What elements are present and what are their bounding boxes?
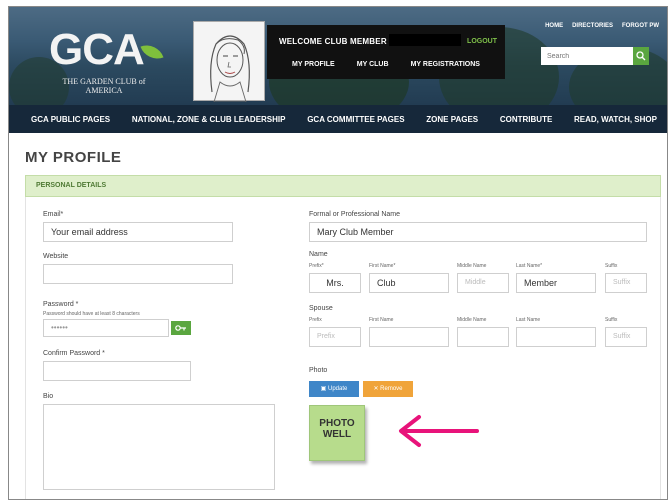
main-navigation: GCA PUBLIC PAGES NATIONAL, ZONE & CLUB L…	[9, 105, 667, 133]
photo-well[interactable]: PHOTO WELL	[309, 405, 365, 461]
name-prefix-field[interactable]: Mrs.	[309, 273, 361, 293]
image-icon: ▣	[320, 386, 328, 392]
password-field[interactable]: ••••••	[43, 319, 169, 337]
photo-well-line1: PHOTO	[319, 418, 355, 429]
key-icon	[175, 325, 186, 331]
name-prefix-label: Prefix*	[309, 263, 324, 269]
search-button[interactable]	[633, 47, 649, 65]
name-suffix-label: Suffix	[605, 263, 618, 269]
nav-gca-public-pages[interactable]: GCA PUBLIC PAGES	[31, 115, 110, 124]
logout-link[interactable]: LOGOUT	[467, 38, 497, 45]
portrait-sketch-icon	[210, 35, 250, 103]
nav-contribute[interactable]: CONTRIBUTE	[500, 115, 552, 124]
email-field[interactable]: Your email address	[43, 222, 233, 242]
subnav-my-registrations[interactable]: MY REGISTRATIONS	[411, 61, 480, 68]
spouse-suffix-field[interactable]: Suffix	[605, 327, 647, 347]
formal-name-field[interactable]: Mary Club Member	[309, 222, 647, 242]
spouse-first-field[interactable]	[369, 327, 449, 347]
name-middle-field[interactable]: Middle	[457, 273, 509, 293]
member-subnav: MY PROFILE MY CLUB MY REGISTRATIONS	[267, 61, 505, 68]
search-icon	[636, 51, 646, 61]
remove-photo-button[interactable]: ✕ Remove	[363, 381, 413, 397]
spouse-first-label: First Name	[369, 317, 394, 323]
photo-label: Photo	[309, 367, 328, 374]
spouse-label: Spouse	[309, 305, 333, 312]
spouse-middle-field[interactable]	[457, 327, 509, 347]
password-label: Password *	[43, 301, 79, 308]
nav-leadership[interactable]: NATIONAL, ZONE & CLUB LEADERSHIP	[132, 115, 286, 124]
spouse-last-field[interactable]	[516, 327, 596, 347]
section-title: PERSONAL DETAILS	[36, 182, 107, 189]
bio-textarea[interactable]	[43, 404, 275, 490]
name-last-field[interactable]: Member	[516, 273, 596, 293]
avatar	[193, 21, 265, 103]
site-logo[interactable]: GCA	[49, 25, 145, 75]
toplink-home[interactable]: HOME	[545, 23, 563, 29]
name-middle-label: Middle Name	[457, 263, 487, 269]
website-label: Website	[43, 253, 69, 260]
spouse-prefix-field[interactable]: Prefix	[309, 327, 361, 347]
section-header: PERSONAL DETAILS	[25, 175, 661, 197]
name-first-label: First Name*	[369, 263, 396, 269]
remove-button-label: Remove	[380, 386, 403, 392]
password-hint: Password should have at least 8 characte…	[43, 311, 140, 317]
toplink-forgot-pw[interactable]: FORGOT PW	[622, 23, 659, 29]
password-generate-button[interactable]	[171, 321, 191, 335]
name-label: Name	[309, 251, 328, 258]
pointer-arrow-icon	[399, 415, 479, 447]
spouse-last-label: Last Name	[516, 317, 541, 323]
name-last-label: Last Name*	[516, 263, 543, 269]
confirm-password-label: Confirm Password *	[43, 350, 105, 357]
website-field[interactable]	[43, 264, 233, 284]
subnav-my-profile[interactable]: MY PROFILE	[292, 61, 335, 68]
photo-well-line2: WELL	[322, 429, 352, 440]
formal-name-label: Formal or Professional Name	[309, 211, 401, 218]
nav-read-watch-shop[interactable]: READ, WATCH, SHOP	[574, 115, 657, 124]
upload-button-label: Update	[327, 386, 348, 392]
name-suffix-field[interactable]: Suffix	[605, 273, 647, 293]
toplink-directories[interactable]: DIRECTORIES	[572, 23, 613, 29]
spouse-suffix-label: Suffix	[605, 317, 618, 323]
page: GCA THE GARDEN CLUB of AMERICA WELCOME C…	[8, 6, 668, 500]
site-header: GCA THE GARDEN CLUB of AMERICA WELCOME C…	[9, 7, 667, 105]
confirm-password-field[interactable]	[43, 361, 191, 381]
welcome-panel: WELCOME CLUB MEMBER LOGOUT MY PROFILE MY…	[267, 25, 505, 79]
nav-zone-pages[interactable]: ZONE PAGES	[426, 115, 478, 124]
spouse-middle-label: Middle Name	[457, 317, 487, 323]
top-links: HOME DIRECTORIES FORGOT PW	[545, 23, 659, 29]
email-label: Email*	[43, 211, 64, 218]
welcome-text: WELCOME CLUB MEMBER	[279, 37, 387, 46]
upload-photo-button[interactable]: ▣ Update	[309, 381, 359, 397]
page-title: MY PROFILE	[25, 149, 122, 166]
nav-committee-pages[interactable]: GCA COMMITTEE PAGES	[307, 115, 404, 124]
search-input[interactable]	[541, 47, 633, 65]
redacted-block	[389, 34, 461, 46]
name-first-field[interactable]: Club	[369, 273, 449, 293]
logo-subtitle: THE GARDEN CLUB of AMERICA	[62, 77, 146, 95]
subnav-my-club[interactable]: MY CLUB	[357, 61, 389, 68]
bio-label: Bio	[43, 393, 54, 400]
spouse-prefix-label: Prefix	[309, 317, 322, 323]
